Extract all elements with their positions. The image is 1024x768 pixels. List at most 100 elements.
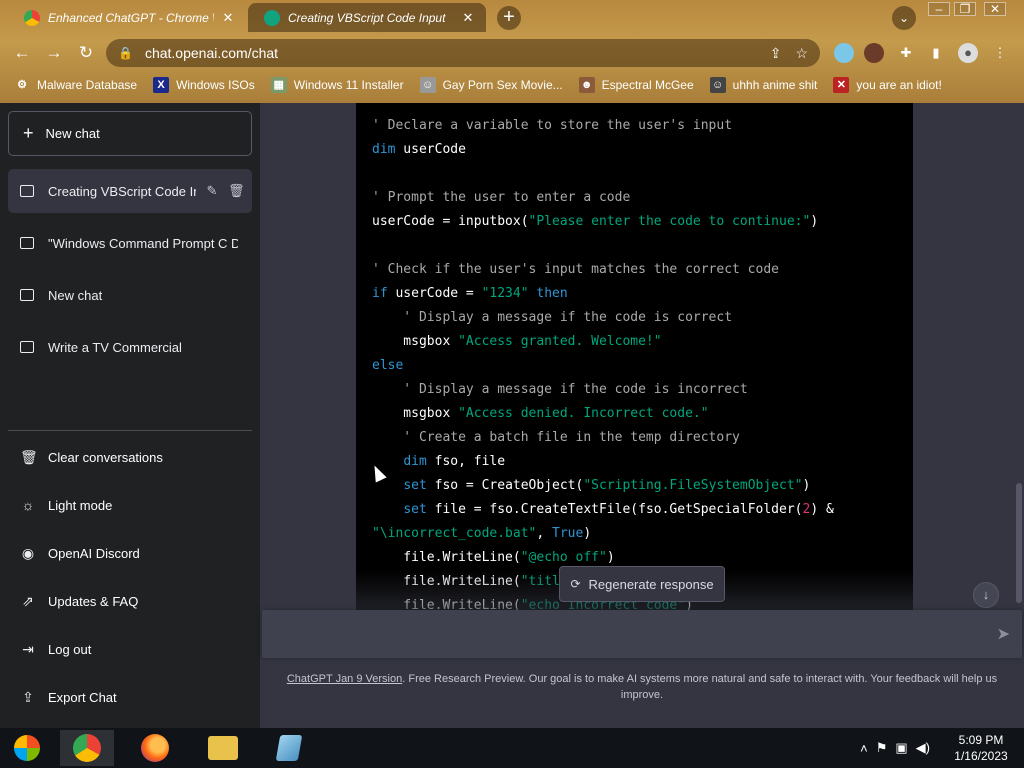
menu-dots-icon[interactable]: ⋮	[990, 43, 1010, 63]
extension-avatar-icon[interactable]	[864, 43, 884, 63]
taskbar-notepad[interactable]	[262, 730, 316, 766]
clear-conversations-button[interactable]: 🗑 Clear conversations	[8, 437, 252, 477]
bookmark-malware-database[interactable]: ⚙ Malware Database	[14, 77, 137, 93]
browser-toolbar: ← → ↻ 🔒 chat.openai.com/chat ⇪ ☆ ✚ ▮ ● ⋮	[0, 36, 1024, 70]
tab-creating-vbscript[interactable]: Creating VBScript Code Input ✕	[248, 3, 486, 32]
version-link[interactable]: ChatGPT Jan 9 Version	[287, 673, 402, 685]
tab-enhanced-chatgpt[interactable]: Enhanced ChatGPT - Chrome Web ✕	[8, 3, 246, 32]
edit-icon[interactable]: ✎	[204, 183, 220, 199]
tab-title: Enhanced ChatGPT - Chrome Web	[48, 10, 214, 25]
url-text: chat.openai.com/chat	[144, 45, 279, 61]
chevron-up-icon[interactable]: ˄	[860, 741, 868, 756]
code-line: "\incorrect_code.bat", True)	[372, 522, 591, 546]
face-icon: ☻	[578, 77, 595, 93]
flag-icon[interactable]: ⚑	[876, 740, 888, 756]
bookmark-anime[interactable]: ☺ uhhh anime shit	[709, 77, 818, 93]
logout-icon: ⇥	[22, 640, 34, 657]
image-icon: ▦	[270, 77, 287, 93]
conversation-item[interactable]: "Windows Command Prompt C D	[8, 221, 252, 265]
code-token: )	[606, 550, 615, 565]
profile-icon[interactable]: ●	[958, 43, 978, 63]
bookmark-star-icon[interactable]: ☆	[795, 45, 808, 62]
reload-icon[interactable]: ↻	[74, 42, 98, 64]
side-panel-icon[interactable]: ▮	[926, 43, 946, 63]
volume-icon[interactable]: ◀)	[916, 740, 930, 756]
menu-label: Clear conversations	[48, 449, 163, 465]
code-token: dim	[372, 142, 396, 157]
new-tab-button[interactable]: +	[497, 6, 521, 30]
scroll-down-button[interactable]: ↓	[973, 582, 999, 608]
conversation-item[interactable]: New chat	[8, 273, 252, 317]
code-token: "Access granted. Welcome!"	[458, 334, 662, 349]
bookmark-windows-11-installer[interactable]: ▦ Windows 11 Installer	[270, 77, 404, 93]
chat-bubble-icon	[20, 237, 34, 249]
close-icon[interactable]: ✕	[220, 10, 236, 26]
code-line: ' Prompt the user to enter a code	[372, 186, 630, 210]
code-token: ' Check if the user's input matches the …	[372, 262, 779, 277]
bookmark-you-are-an-idiot[interactable]: ✕ you are an idiot!	[833, 77, 942, 93]
code-token: userCode =	[387, 286, 482, 301]
start-button[interactable]	[0, 730, 54, 766]
log-out-button[interactable]: ⇥ Log out	[8, 629, 252, 669]
bookmark-label: uhhh anime shit	[732, 78, 818, 92]
maximize-button[interactable]: ❐	[954, 2, 976, 16]
updates-faq-link[interactable]: ⇗ Updates & FAQ	[8, 581, 252, 621]
code-token: "@echo off"	[520, 550, 607, 565]
x-icon: X	[153, 77, 170, 93]
light-mode-button[interactable]: ☼ Light mode	[8, 485, 252, 525]
forward-icon[interactable]: →	[42, 42, 66, 64]
share-icon[interactable]: ⇪	[770, 45, 782, 62]
code-token: ' Create a batch file in the temp direct…	[372, 430, 740, 445]
code-line: set fso = CreateObject("Scripting.FileSy…	[372, 474, 810, 498]
regenerate-label: Regenerate response	[588, 576, 714, 592]
tab-title: Creating VBScript Code Input	[288, 10, 446, 25]
bookmark-movie[interactable]: ☺ Gay Porn Sex Movie...	[419, 77, 563, 93]
send-icon[interactable]: ➤	[997, 624, 1010, 644]
message-input[interactable]: ➤	[262, 610, 1022, 658]
extensions-puzzle-icon[interactable]: ✚	[896, 43, 916, 63]
code-token: ' Declare a variable to store the user's…	[372, 118, 733, 133]
conversation-item-active[interactable]: Creating VBScript Code In ✎ 🗑	[8, 169, 252, 213]
network-icon[interactable]: ▣	[895, 740, 907, 756]
taskbar-chrome[interactable]	[60, 730, 114, 766]
conversation-label: Creating VBScript Code In	[48, 183, 196, 199]
code-line: set file = fso.CreateTextFile(fso.GetSpe…	[372, 498, 833, 522]
minimize-button[interactable]: –	[928, 2, 950, 16]
sun-icon: ☼	[21, 497, 35, 513]
code-token: )	[810, 214, 819, 229]
close-window-button[interactable]: ✕	[984, 2, 1006, 16]
back-icon[interactable]: ←	[10, 42, 34, 64]
code-line: ' Create a batch file in the temp direct…	[372, 426, 740, 450]
footer-text: . Free Research Preview. Our goal is to …	[402, 673, 998, 701]
export-chat-button[interactable]: ⇪ Export Chat	[8, 677, 252, 717]
taskbar-firefox[interactable]	[128, 730, 182, 766]
export-icon: ⇪	[22, 688, 34, 705]
conversation-item[interactable]: Write a TV Commercial	[8, 325, 252, 369]
new-chat-button[interactable]: + New chat	[8, 111, 252, 156]
discord-icon: ◉	[21, 544, 35, 561]
code-token: msgbox	[372, 334, 459, 349]
taskbar-file-explorer[interactable]	[196, 730, 250, 766]
lock-icon[interactable]: 🔒	[118, 46, 133, 60]
trash-icon[interactable]: 🗑	[228, 183, 245, 199]
flag-icon: ✕	[833, 77, 850, 93]
address-bar[interactable]: 🔒 chat.openai.com/chat ⇪ ☆	[106, 39, 820, 67]
bookmarks-bar: ⚙ Malware Database X Windows ISOs ▦ Wind…	[0, 70, 1024, 100]
bookmark-label: Gay Porn Sex Movie...	[442, 78, 563, 92]
code-token: ' Display a message if the code is incor…	[372, 382, 748, 397]
openai-discord-link[interactable]: ◉ OpenAI Discord	[8, 533, 252, 573]
bookmark-label: Espectral McGee	[601, 78, 694, 92]
bookmark-espectral-mcgee[interactable]: ☻ Espectral McGee	[578, 77, 694, 93]
clock[interactable]: 5:09 PM 1/16/2023	[938, 732, 1024, 764]
code-token: set	[403, 502, 427, 517]
notepad-icon	[275, 735, 303, 761]
tab-search-button[interactable]: ⌄	[892, 6, 916, 30]
extension-flag-icon[interactable]	[834, 43, 854, 63]
menu-label: Light mode	[48, 497, 113, 513]
regenerate-response-button[interactable]: ⟳ Regenerate response	[559, 566, 725, 602]
close-icon[interactable]: ✕	[460, 10, 476, 26]
scrollbar[interactable]	[1016, 483, 1022, 603]
bookmark-windows-isos[interactable]: X Windows ISOs	[153, 77, 255, 93]
code-token: )	[802, 478, 811, 493]
